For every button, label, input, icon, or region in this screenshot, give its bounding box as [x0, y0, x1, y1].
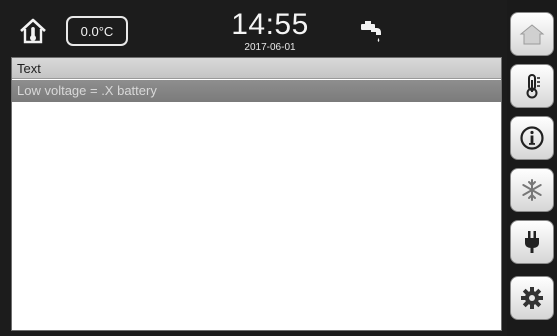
list-header: Text [12, 58, 501, 79]
sidebar [507, 0, 557, 336]
status-bar: 0.0°C 14:55 2017-06-01 [10, 6, 502, 56]
home-button[interactable] [510, 12, 554, 56]
clock-time: 14:55 [231, 8, 309, 41]
home-thermometer-icon[interactable] [18, 16, 48, 46]
water-tap-icon [359, 19, 385, 45]
temperature-display[interactable]: 0.0°C [66, 16, 128, 46]
snowflake-icon [522, 179, 542, 201]
thermometer-icon [526, 74, 540, 99]
gear-icon [521, 287, 543, 309]
power-plug-icon [525, 231, 539, 253]
temperature-button[interactable] [510, 64, 554, 108]
clock-date: 2017-06-01 [244, 42, 296, 53]
device-screen: 0.0°C 14:55 2017-06-01 Text Low voltage … [0, 0, 557, 336]
info-button[interactable] [510, 116, 554, 160]
cooling-button[interactable] [510, 168, 554, 212]
list-item[interactable]: Low voltage = .X battery [12, 80, 501, 102]
info-icon [520, 126, 544, 150]
settings-button[interactable] [510, 276, 554, 320]
temperature-value: 0.0°C [80, 23, 114, 39]
home-icon [519, 24, 545, 45]
power-button[interactable] [510, 220, 554, 264]
message-list: Text Low voltage = .X battery [11, 57, 502, 331]
